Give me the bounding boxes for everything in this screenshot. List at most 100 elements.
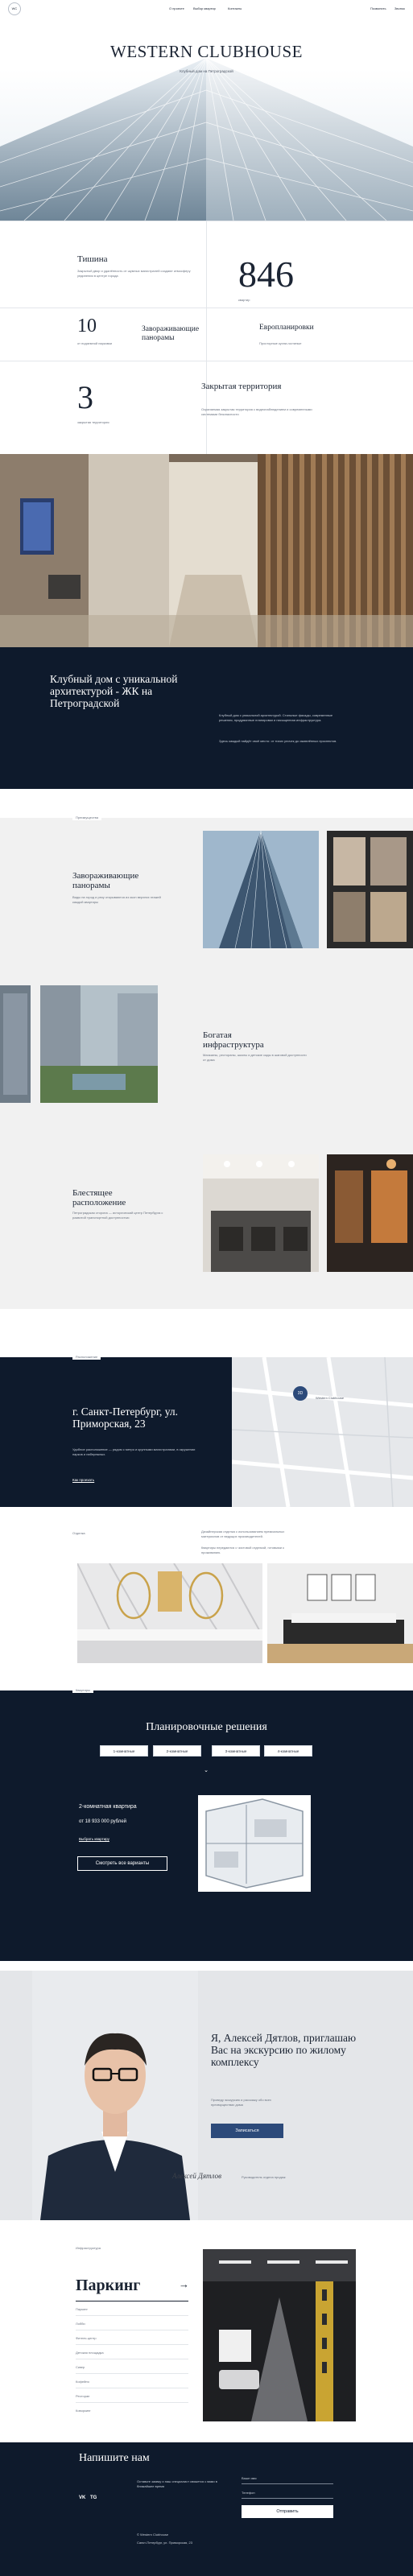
stat-quiet-title: Тишина (77, 254, 108, 264)
company-name: © Western Clubhouse (137, 2533, 169, 2537)
tab-2-rooms[interactable]: 2-комнатные (153, 1745, 201, 1757)
contact-section: Напишите нам Оставьте заявку и наш специ… (0, 2442, 413, 2576)
hero-title: WESTERN CLUBHOUSE (110, 42, 303, 61)
apartment-title: 2-комнатная квартира (79, 1804, 137, 1810)
arrow-right-icon[interactable]: → (179, 2278, 189, 2290)
callback-link[interactable]: Звонок (394, 6, 405, 10)
stat-three-caption: закрытая территория (77, 420, 109, 424)
location-label: Расположение (72, 1355, 101, 1360)
stat-panorama: Завораживающие панорамы (142, 325, 200, 342)
stat-closed-title: Закрытая территория (201, 382, 282, 391)
apartment-select-link[interactable]: Выбрать квартиру (79, 1837, 109, 1841)
signup-button[interactable]: Записаться (211, 2124, 283, 2138)
about-text-2: Здесь каждый найдёт своё место: от тихих… (219, 739, 337, 743)
nav-item-contacts[interactable]: Контакты (228, 6, 242, 10)
tab-3-rooms[interactable]: 3-комнатные (212, 1745, 260, 1757)
parking-image (203, 2249, 356, 2421)
hero-building-image (0, 58, 413, 221)
manager-signature: Алексей Дятлов (172, 2172, 221, 2180)
stat-quiet-text: Закрытый двор и удалённость от шумных ма… (77, 269, 191, 278)
location-address: г. Санкт-Петербург, ул. Приморская, 23 (72, 1406, 179, 1430)
stat-ten-caption: от подземной парковки (77, 341, 113, 345)
design-text-2: Квартиры передаются с чистовой отделкой,… (201, 1546, 284, 1554)
parking-item-1[interactable]: Лобби (76, 2322, 85, 2326)
hero-subtitle: Клубный дом на Петроградской (180, 69, 233, 73)
all-plans-button[interactable]: Смотреть все варианты (77, 1856, 167, 1871)
parking-item-7[interactable]: Коворкинг (76, 2409, 91, 2413)
lobby-image (0, 454, 413, 647)
location-route-link[interactable]: Как проехать (72, 1478, 94, 1482)
stat-three: 3 (77, 379, 93, 415)
design-text-1: Дизайнерская отделка с использованием пр… (201, 1530, 285, 1538)
parking-item-4[interactable]: Сквер (76, 2365, 85, 2370)
stat-closed-text: Охраняемая закрытая территория с видеона… (201, 407, 312, 416)
manager-greeting: Я, Алексей Дятлов, приглашаю Вас на экск… (211, 2032, 357, 2068)
stat-ten: 10 (77, 316, 97, 336)
manager-role: Руководитель отдела продаж (242, 2175, 286, 2179)
submit-button[interactable]: Отправить (242, 2505, 333, 2518)
design-section: Отделка Дизайнерская отделка с использов… (0, 1521, 413, 1666)
stat-big-number-caption: квартир (238, 298, 250, 302)
feature-panorama-text: Виды на город и реку открываются из окон… (72, 895, 161, 904)
plans-title: Планировочные решения (146, 1721, 267, 1733)
feature-location-text: Петроградская сторона — исторический цен… (72, 1211, 163, 1220)
name-field[interactable]: Ваше имя (242, 2476, 333, 2484)
contact-text: Оставьте заявку и наш специалист свяжетс… (137, 2479, 217, 2488)
apartment-price: от 18 933 000 рублей (79, 1819, 127, 1824)
header: WC О проекте Выбор квартир Контакты Позв… (0, 0, 413, 18)
plans-section: Квартиры Планировочные решения 1-комнатн… (0, 1688, 413, 1961)
phone-field[interactable]: Телефон (242, 2491, 333, 2499)
location-section: Расположение г. Санкт-Петербург, ул. При… (0, 1355, 232, 1507)
map-caption: Western Clubhouse (316, 1396, 345, 1400)
feature-panorama-title: Завораживающие панорамы (72, 871, 139, 890)
manager-note: Проведу экскурсию и расскажу обо всех пр… (211, 2098, 271, 2107)
chevron-down-icon[interactable]: ⌄ (201, 1768, 211, 1774)
about-text-1: Клубный дом с уникальной архитектурой. С… (219, 713, 333, 722)
features-section: Преимущества Завораживающие панорамы Вид… (0, 815, 413, 1309)
stat-euro: Европланировки (259, 324, 314, 332)
feature-location-image (203, 1154, 319, 1272)
parking-item-2[interactable]: Фитнес-центр (76, 2336, 97, 2341)
design-label: Отделка (72, 1531, 85, 1535)
location-map[interactable] (232, 1357, 413, 1507)
map-marker[interactable]: 3D (293, 1386, 308, 1401)
stat-big-number: 846 (238, 254, 294, 295)
parking-section: Инфраструктура Паркинг → Паркинг Лобби Ф… (0, 2230, 413, 2441)
features-label: Преимущества (72, 815, 101, 820)
logo[interactable]: WC (8, 2, 21, 15)
vk-icon[interactable]: VK (79, 2496, 85, 2500)
tab-4-rooms[interactable]: 4-комнатные (264, 1745, 312, 1757)
parking-item-0[interactable]: Паркинг (76, 2307, 88, 2312)
parking-item-6[interactable]: Ресторан (76, 2394, 89, 2399)
parking-label: Инфраструктура (76, 2246, 101, 2250)
location-text: Удобное расположение — рядом с метро и к… (72, 1447, 196, 1456)
parking-item-5[interactable]: Кофейня (76, 2380, 89, 2384)
feature-window-image (327, 831, 413, 948)
stats-section: Тишина Закрытый двор и удалённость от шу… (0, 221, 413, 454)
feature-cafe-image (327, 1154, 413, 1272)
stat-euro-caption: Просторные кухни-гостиные (259, 341, 302, 345)
hero: WESTERN CLUBHOUSE Клубный дом на Петрогр… (0, 18, 413, 221)
plans-label: Квартиры (72, 1688, 93, 1693)
contact-title: Напишите нам (79, 2452, 150, 2464)
telegram-icon[interactable]: TG (90, 2496, 97, 2500)
parking-item-3[interactable]: Детская площадка (76, 2351, 104, 2355)
manager-section: Я, Алексей Дятлов, приглашаю Вас на экск… (0, 1971, 413, 2220)
design-bedroom-image (267, 1563, 413, 1663)
parking-title: Паркинг (76, 2277, 141, 2294)
about-section: Клубный дом с уникальной архитектурой - … (0, 647, 413, 789)
tab-1-room[interactable]: 1-комнатные (100, 1745, 148, 1757)
feature-panorama-image (203, 831, 319, 948)
phone-link[interactable]: Позвонить (370, 6, 386, 10)
feature-infra-image-1 (0, 985, 31, 1103)
feature-infra-title: Богатая инфраструктура (203, 1030, 264, 1050)
manager-photo (32, 1971, 198, 2220)
design-bathroom-image (77, 1563, 262, 1663)
floor-plan-image (198, 1795, 311, 1892)
feature-infra-text: Магазины, рестораны, школы и детские сад… (203, 1053, 307, 1062)
company-address: Санкт-Петербург, ул. Приморская, 23 (137, 2541, 193, 2545)
nav-item-about[interactable]: О проекте (169, 6, 184, 10)
feature-location-title: Блестящее расположение (72, 1188, 126, 1208)
feature-infra-image-2 (40, 985, 158, 1103)
nav-item-apartments[interactable]: Выбор квартир (193, 6, 216, 10)
